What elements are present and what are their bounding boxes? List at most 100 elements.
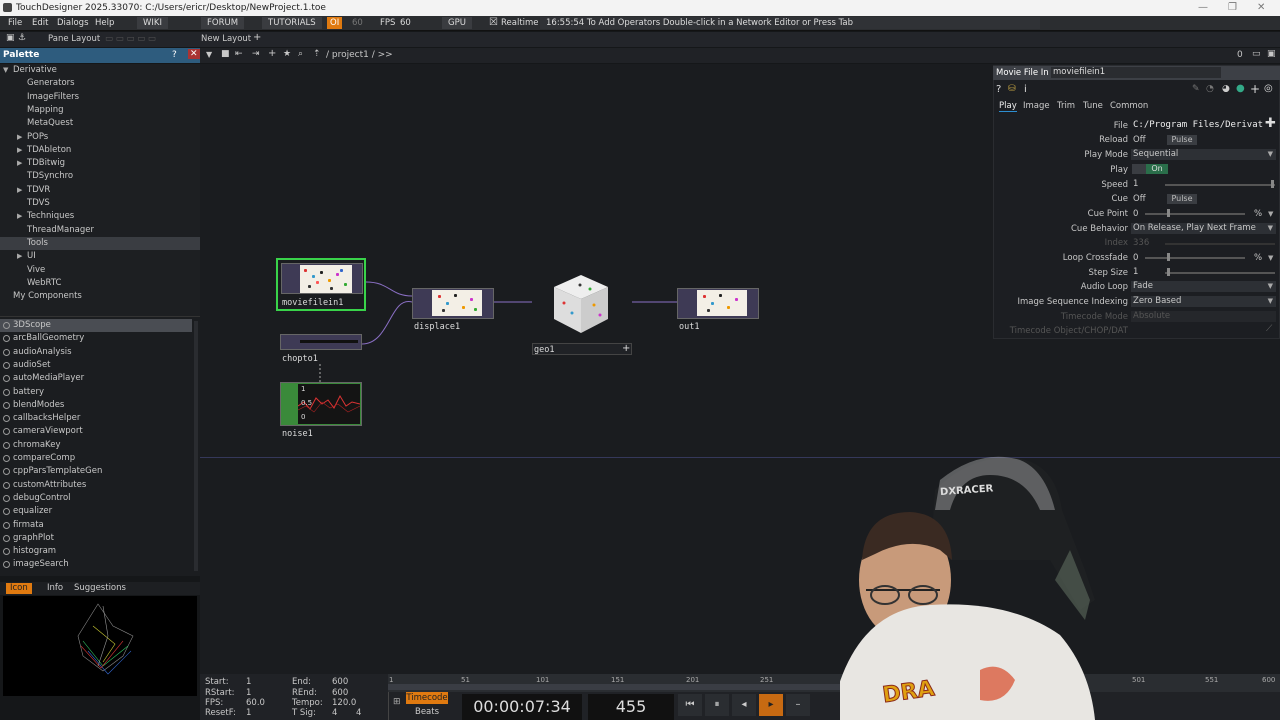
component-item[interactable]: cppParsTemplateGen: [0, 465, 192, 478]
component-item[interactable]: 3DScope: [0, 319, 192, 332]
param-settings-icon[interactable]: ◎: [1264, 83, 1273, 94]
timecode-display[interactable]: 00:00:07:34: [462, 694, 582, 720]
node-displace1[interactable]: displace1: [412, 288, 494, 333]
speed-value[interactable]: 1: [1133, 179, 1138, 189]
rstart-value[interactable]: 1: [246, 688, 251, 698]
expand-right-icon[interactable]: ▶: [17, 144, 22, 157]
palette-tree-item[interactable]: ▶ UI: [0, 250, 200, 263]
imgseq-dropdown[interactable]: Zero Based ▼: [1131, 296, 1276, 307]
play-toggle[interactable]: On: [1146, 164, 1168, 174]
node-chopto1[interactable]: chopto1: [280, 334, 362, 364]
beats-button[interactable]: Beats: [406, 706, 448, 718]
stepsize-value[interactable]: 1: [1133, 267, 1138, 277]
cue-pulse-button[interactable]: Pulse: [1167, 194, 1197, 204]
reload-toggle[interactable]: Off: [1133, 135, 1146, 145]
component-item[interactable]: graphPlot: [0, 532, 192, 545]
component-scrollbar[interactable]: [194, 321, 198, 571]
step-back-button[interactable]: ◂: [732, 694, 756, 716]
forward-icon[interactable]: ⇥: [252, 49, 260, 59]
playmode-dropdown[interactable]: Sequential ▼: [1131, 149, 1276, 160]
palette-tree-item[interactable]: Vive: [0, 264, 200, 277]
cuebehavior-dropdown[interactable]: On Release, Play Next Frame ▼: [1131, 223, 1276, 234]
tsig-numerator[interactable]: 4: [332, 708, 337, 718]
component-item[interactable]: equalizer: [0, 505, 192, 518]
palette-tree-item[interactable]: MetaQuest: [0, 117, 200, 130]
component-item[interactable]: chromaKey: [0, 439, 192, 452]
palette-tree-item[interactable]: ▶ TDAbleton: [0, 144, 200, 157]
rewind-button[interactable]: ⏮: [678, 694, 702, 716]
cuepoint-slider[interactable]: [1145, 213, 1245, 215]
tutorials-button[interactable]: TUTORIALS: [262, 17, 322, 29]
menu-edit[interactable]: Edit: [32, 18, 48, 28]
palette-tree-item[interactable]: TDSynchro: [0, 170, 200, 183]
component-item[interactable]: debugControl: [0, 492, 192, 505]
stop-icon[interactable]: ■: [221, 49, 230, 59]
file-browse-icon[interactable]: ✚: [1265, 116, 1276, 131]
minimize-button[interactable]: —: [1198, 2, 1208, 13]
palette-tree-item[interactable]: Mapping: [0, 104, 200, 117]
tab-suggestions[interactable]: Suggestions: [70, 583, 130, 594]
start-value[interactable]: 1: [246, 677, 251, 687]
expand-right-icon[interactable]: ▶: [17, 184, 22, 197]
wiki-button[interactable]: WIKI: [137, 17, 168, 29]
pane-layout-label[interactable]: Pane Layout: [48, 34, 100, 44]
end-value[interactable]: 600: [332, 677, 348, 687]
add-icon[interactable]: +: [268, 48, 276, 59]
tab-common[interactable]: Common: [1110, 101, 1148, 111]
tsig-denominator[interactable]: 4: [356, 708, 361, 718]
component-item[interactable]: audioAnalysis: [0, 346, 192, 359]
node-moviefilein1[interactable]: moviefilein1: [276, 258, 366, 311]
gpu-button[interactable]: GPU: [442, 17, 472, 29]
expand-right-icon[interactable]: ▶: [17, 210, 22, 223]
split-icon[interactable]: ▭ ▭ ▭ ▭ ▭: [105, 34, 156, 44]
tab-trim[interactable]: Trim: [1057, 101, 1075, 111]
forum-button[interactable]: FORUM: [201, 17, 245, 29]
palette-close-button[interactable]: ✕: [188, 49, 200, 59]
speed-slider-knob[interactable]: [1271, 180, 1274, 188]
stepsize-slider[interactable]: [1165, 272, 1275, 274]
play-button[interactable]: ▸: [759, 694, 783, 716]
step-forward-button[interactable]: –: [786, 694, 810, 716]
palette-tree-item[interactable]: ▼ Derivative: [0, 64, 200, 77]
close-window-button[interactable]: ✕: [1257, 2, 1265, 13]
bookmark-icon[interactable]: ★: [283, 49, 291, 59]
palette-tree-item[interactable]: TDVS: [0, 197, 200, 210]
oi-button[interactable]: OI: [327, 17, 343, 29]
palette-tree-item[interactable]: My Components: [0, 290, 200, 303]
geo-add-icon[interactable]: +: [622, 343, 630, 354]
op-name-field[interactable]: moviefilein1: [1051, 67, 1221, 78]
timecode-mode-icon[interactable]: ⊞: [393, 697, 401, 707]
tab-icon[interactable]: Icon: [6, 583, 32, 594]
search-icon[interactable]: ⌕: [298, 49, 303, 59]
loopcrossfade-unit[interactable]: %: [1254, 253, 1262, 263]
palette-tree-item[interactable]: ▶ Techniques: [0, 210, 200, 223]
component-item[interactable]: customAttributes: [0, 479, 192, 492]
resize-corner-icon[interactable]: ⟋: [1266, 324, 1272, 334]
tempo-value[interactable]: 120.0: [332, 698, 356, 708]
param-palette-icon[interactable]: ◕: [1222, 84, 1230, 94]
palette-tree-item[interactable]: Tools: [0, 236, 200, 250]
param-comment-icon[interactable]: ◔: [1206, 84, 1214, 94]
loopcrossfade-value[interactable]: 0: [1133, 253, 1138, 263]
param-help-icon[interactable]: ?: [996, 84, 1001, 95]
loopcrossfade-slider-knob[interactable]: [1167, 253, 1170, 261]
menu-file[interactable]: File: [8, 18, 22, 28]
new-layout-tab[interactable]: New Layout: [201, 34, 251, 44]
tab-image[interactable]: Image: [1023, 101, 1050, 111]
menu-dialogs[interactable]: Dialogs: [57, 18, 89, 28]
component-item[interactable]: callbacksHelper: [0, 412, 192, 425]
resetf-value[interactable]: 1: [246, 708, 251, 718]
pane-menu-icon[interactable]: ▣: [1267, 49, 1276, 59]
palette-help-button[interactable]: ?: [172, 50, 177, 60]
expand-right-icon[interactable]: ▶: [17, 157, 22, 170]
node-noise1[interactable]: 1 0.5 0 noise1: [280, 382, 362, 440]
pause-button[interactable]: ⏸: [705, 694, 729, 716]
component-item[interactable]: audioSet: [0, 359, 192, 372]
realtime-checkbox-icon[interactable]: ☒: [489, 17, 498, 28]
fps-value-tb[interactable]: 60.0: [246, 698, 265, 708]
speed-slider[interactable]: [1165, 184, 1275, 186]
back-icon[interactable]: ⇤: [235, 49, 243, 59]
component-item[interactable]: histogram: [0, 545, 192, 558]
param-color-icon[interactable]: ●: [1236, 83, 1245, 94]
component-item[interactable]: battery: [0, 386, 192, 399]
